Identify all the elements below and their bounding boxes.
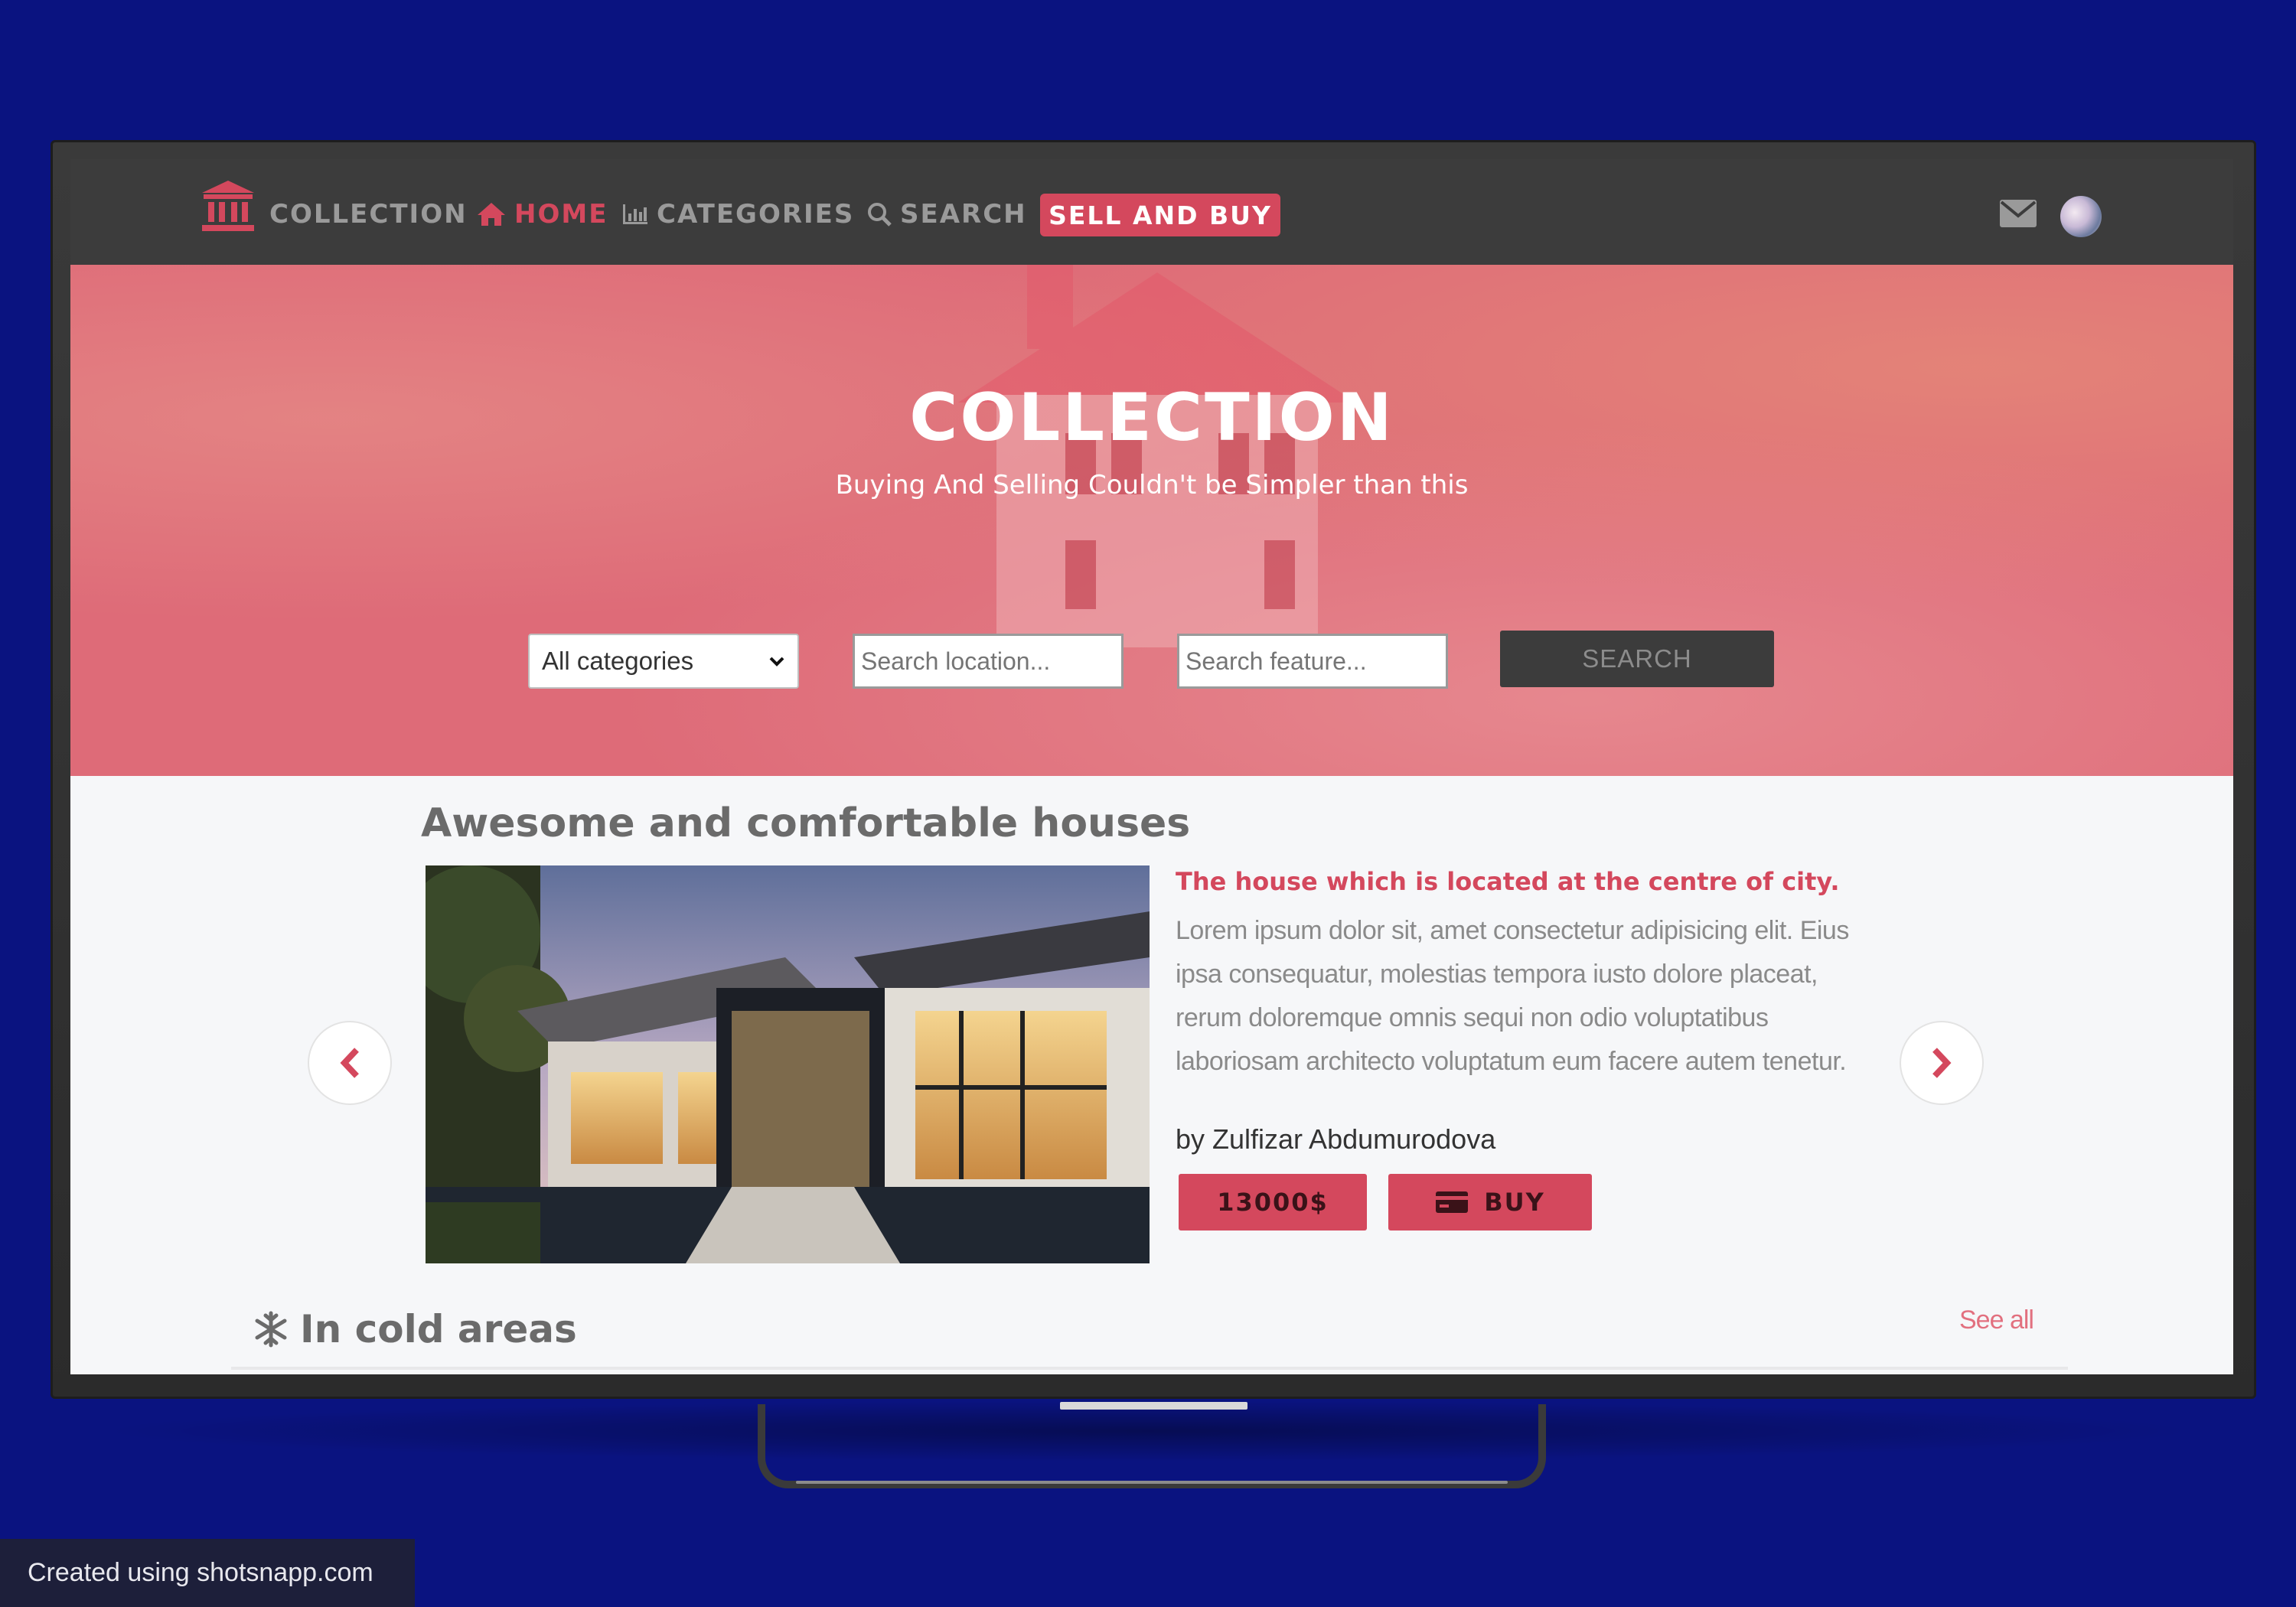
tv-stand bbox=[758, 1404, 1546, 1488]
buy-label: BUY bbox=[1484, 1188, 1545, 1217]
hero-title: COLLECTION bbox=[909, 380, 1394, 456]
section-divider bbox=[231, 1367, 2068, 1370]
navbar: COLLECTION HOME CATEGORIES SEARCH SELL A… bbox=[70, 159, 2233, 265]
nav-categories-link[interactable]: CATEGORIES bbox=[621, 199, 854, 230]
bank-icon[interactable] bbox=[199, 178, 257, 236]
nav-search-link[interactable]: SEARCH bbox=[866, 199, 1027, 230]
cold-areas-title: In cold areas bbox=[253, 1307, 577, 1351]
card-title: The house which is located at the centre… bbox=[1176, 867, 1840, 896]
carousel-next-button[interactable] bbox=[1900, 1021, 1984, 1105]
tv-screen: COLLECTION HOME CATEGORIES SEARCH SELL A… bbox=[70, 159, 2233, 1374]
watermark: Created using shotsnapp.com bbox=[0, 1539, 415, 1607]
search-icon bbox=[868, 203, 892, 227]
category-select-value: All categories bbox=[542, 647, 694, 675]
nav-home-link[interactable]: HOME bbox=[476, 199, 608, 230]
chevron-right-icon bbox=[1932, 1048, 1952, 1078]
buy-button[interactable]: BUY bbox=[1388, 1174, 1592, 1231]
tv-stand-bar bbox=[1060, 1402, 1247, 1410]
hero-banner: COLLECTION Buying And Selling Couldn't b… bbox=[70, 265, 2233, 776]
hero-subtitle: Buying And Selling Couldn't be Simpler t… bbox=[835, 470, 1469, 500]
chevron-left-icon bbox=[340, 1048, 359, 1078]
bar-chart-icon bbox=[623, 204, 647, 224]
snowflake-icon bbox=[255, 1311, 287, 1348]
home-icon bbox=[478, 203, 505, 226]
nav-brand-link[interactable]: COLLECTION bbox=[269, 199, 468, 230]
sell-and-buy-button[interactable]: SELL AND BUY bbox=[1040, 194, 1280, 236]
avatar[interactable] bbox=[2060, 196, 2102, 237]
house-photo[interactable] bbox=[426, 865, 1150, 1263]
chevron-down-icon bbox=[769, 657, 784, 667]
card-description: Lorem ipsum dolor sit, amet consectetur … bbox=[1176, 916, 1849, 1076]
cold-areas-label: In cold areas bbox=[300, 1307, 577, 1351]
credit-card-icon bbox=[1436, 1191, 1469, 1213]
search-button[interactable]: SEARCH bbox=[1500, 631, 1774, 687]
carousel-prev-button[interactable] bbox=[308, 1021, 392, 1105]
nav-brand-label: COLLECTION bbox=[269, 199, 468, 230]
card-author: by Zulfizar Abdumurodova bbox=[1176, 1123, 1496, 1155]
sell-and-buy-label: SELL AND BUY bbox=[1049, 200, 1272, 230]
house-illustration bbox=[958, 265, 1356, 647]
see-all-link[interactable]: See all bbox=[1959, 1305, 2034, 1335]
nav-search-label: SEARCH bbox=[900, 199, 1027, 230]
nav-categories-label: CATEGORIES bbox=[657, 199, 855, 230]
price-button[interactable]: 13000$ bbox=[1179, 1174, 1367, 1231]
search-feature-input[interactable] bbox=[1177, 634, 1448, 689]
nav-home-label: HOME bbox=[514, 199, 608, 230]
category-select[interactable]: All categories bbox=[528, 634, 799, 689]
envelope-icon[interactable] bbox=[1999, 199, 2037, 228]
featured-section-title: Awesome and comfortable houses bbox=[421, 800, 1191, 846]
search-location-input[interactable] bbox=[853, 634, 1124, 689]
